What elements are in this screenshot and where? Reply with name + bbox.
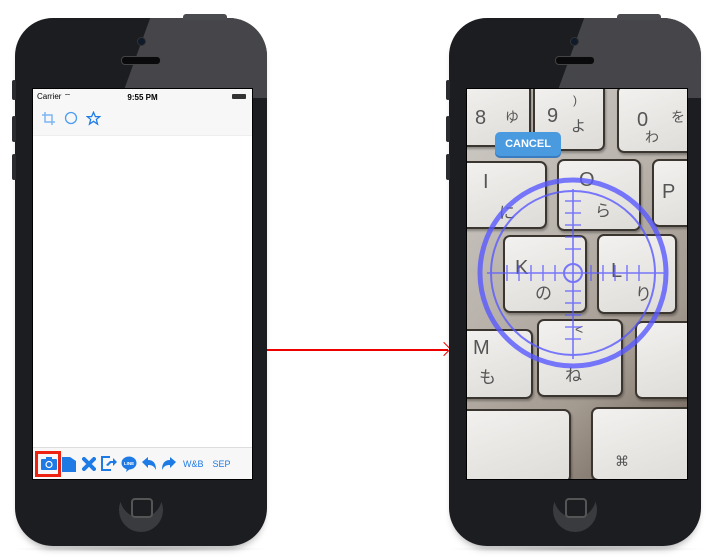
status-time: 9:55 PM (127, 92, 158, 102)
front-camera (137, 37, 146, 46)
home-button (119, 488, 163, 532)
power-button (617, 14, 661, 20)
volume-down-button (446, 154, 450, 180)
camera-screen: 8ゆ 9) よ 0わを Iに Oら P Kの Lり Mも < ね ⌘ CANCE… (466, 88, 688, 480)
status-bar: Carrier ⌔ 9:55 PM (33, 89, 252, 105)
folder-icon[interactable] (60, 455, 77, 472)
phone-frame-right: 8ゆ 9) よ 0わを Iに Oら P Kの Lり Mも < ね ⌘ CANCE… (446, 14, 701, 546)
battery-icon (232, 94, 246, 99)
camera-highlight-box (35, 451, 61, 477)
front-camera (570, 37, 579, 46)
volume-up-button (12, 116, 16, 142)
delete-icon[interactable] (80, 455, 97, 472)
cancel-button[interactable]: CANCEL (495, 132, 561, 156)
earpiece-speaker (555, 56, 595, 65)
volume-down-button (12, 154, 16, 180)
svg-text:LINE: LINE (123, 461, 133, 466)
earpiece-speaker (121, 56, 161, 65)
crop-icon[interactable] (41, 111, 56, 130)
bottom-toolbar: LINE W&B SEP (33, 447, 252, 479)
phone-frame-left: Carrier ⌔ 9:55 PM LINE W&B SEP (12, 14, 267, 546)
export-icon[interactable] (100, 455, 117, 472)
mute-switch (446, 80, 450, 100)
top-toolbar (33, 105, 252, 136)
circle-icon[interactable] (64, 111, 78, 129)
mute-switch (12, 80, 16, 100)
app-screen: Carrier ⌔ 9:55 PM LINE W&B SEP (32, 88, 253, 480)
undo-icon[interactable] (140, 455, 157, 472)
transition-arrow (267, 349, 448, 351)
line-app-icon[interactable]: LINE (120, 455, 137, 472)
star-icon[interactable] (85, 110, 102, 130)
redo-icon[interactable] (160, 455, 177, 472)
home-button (553, 488, 597, 532)
sepia-button[interactable]: SEP (210, 459, 234, 469)
volume-up-button (446, 116, 450, 142)
white-balance-button[interactable]: W&B (180, 459, 207, 469)
power-button (183, 14, 227, 20)
